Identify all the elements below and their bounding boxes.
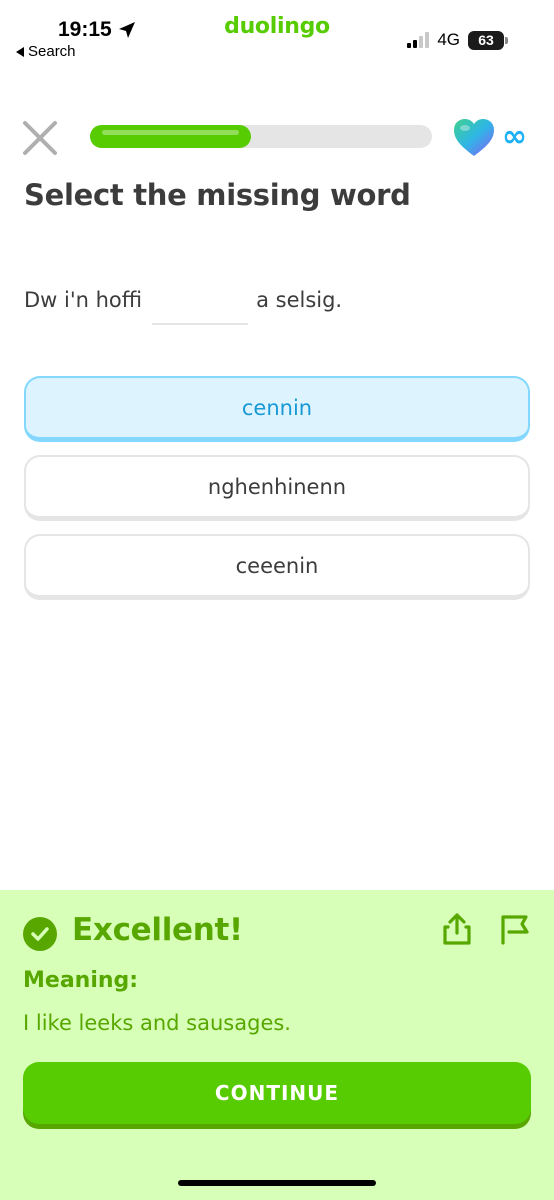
sentence-before: Dw i'n hoffi	[24, 288, 143, 312]
back-caret-icon	[16, 46, 24, 57]
back-to-search[interactable]: Search	[16, 43, 76, 60]
home-indicator[interactable]	[178, 1180, 376, 1186]
sentence: Dw i'n hoffi a selsig.	[24, 285, 342, 325]
close-icon[interactable]	[22, 120, 58, 156]
lesson-progress-fill	[90, 125, 251, 148]
exercise-prompt: Select the missing word	[24, 178, 411, 212]
lesson-progress-bar	[90, 125, 432, 148]
network-type: 4G	[437, 30, 460, 49]
feedback-title: Excellent!	[72, 912, 243, 948]
checkmark-icon	[23, 917, 57, 951]
status-indicators: 4G 63	[407, 30, 508, 50]
option-button[interactable]: nghenhinenn	[24, 455, 530, 521]
feedback-panel: Excellent! Meaning: I like leeks and sau…	[0, 890, 554, 1200]
back-label: Search	[28, 43, 76, 60]
continue-button[interactable]: CONTINUE	[23, 1062, 531, 1124]
battery-level: 63	[468, 30, 504, 50]
sentence-after: a selsig.	[256, 288, 343, 312]
heart-icon[interactable]	[452, 118, 496, 158]
share-icon[interactable]	[440, 912, 474, 946]
option-button[interactable]: cennin	[24, 376, 530, 442]
flag-icon[interactable]	[498, 912, 532, 946]
meaning-label: Meaning:	[23, 968, 139, 993]
meaning-text: I like leeks and sausages.	[23, 1011, 291, 1035]
blank-slot[interactable]	[152, 285, 249, 325]
battery-icon: 63	[468, 30, 508, 50]
option-button[interactable]: ceeenin	[24, 534, 530, 600]
signal-icon	[407, 32, 430, 48]
infinity-icon: ∞	[502, 119, 527, 154]
